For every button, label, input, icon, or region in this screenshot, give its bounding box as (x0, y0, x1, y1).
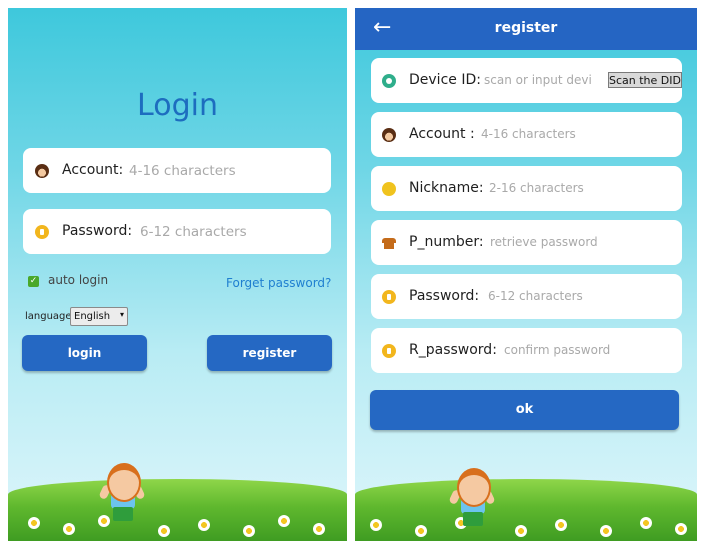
p-number-field[interactable]: P_number: retrieve password (371, 220, 682, 265)
password-input[interactable]: 6-12 characters (488, 289, 583, 303)
register-screen: ← register Device ID: scan or input devi… (355, 8, 697, 541)
location-pin-icon (382, 74, 396, 88)
meadow (355, 479, 697, 541)
r-password-field[interactable]: R_password: confirm password (371, 328, 682, 373)
lock-icon (382, 290, 396, 304)
medal-icon (382, 182, 396, 196)
register-button[interactable]: register (207, 335, 332, 371)
lock-icon (382, 344, 396, 358)
scan-did-button[interactable]: Scan the DID (608, 72, 682, 88)
meadow (8, 479, 347, 541)
r-password-label: R_password: (409, 342, 497, 358)
login-button[interactable]: login (22, 335, 147, 371)
nickname-label: Nickname: (409, 180, 484, 196)
account-label: Account : (409, 126, 475, 142)
avatar-icon (382, 128, 396, 142)
language-label: language: (25, 311, 75, 322)
auto-login-checkbox[interactable]: ✓ (28, 276, 39, 287)
auto-login-label: auto login (48, 273, 109, 287)
device-id-label: Device ID: (409, 72, 481, 88)
ok-button[interactable]: ok (370, 390, 679, 430)
p-number-input[interactable]: retrieve password (490, 235, 598, 249)
top-bar: ← register (355, 8, 697, 50)
account-field[interactable]: Account : 4-16 characters (371, 112, 682, 157)
page-title: Login (137, 88, 218, 123)
dropdown-arrow-icon: ▾ (119, 310, 124, 319)
login-screen: Login Account: 4-16 characters Password:… (8, 8, 347, 541)
password-field[interactable]: Password: 6-12 characters (23, 209, 331, 254)
cartoon-boy-illustration (98, 463, 146, 523)
account-label: Account: (62, 162, 124, 178)
forget-password-link[interactable]: Forget password? (226, 276, 331, 290)
device-id-field[interactable]: Device ID: scan or input devic Scan the … (371, 58, 682, 103)
language-value: English (74, 311, 111, 322)
account-field[interactable]: Account: 4-16 characters (23, 148, 331, 193)
avatar-icon (35, 164, 49, 178)
nickname-field[interactable]: Nickname: 2-16 characters (371, 166, 682, 211)
device-id-input[interactable]: scan or input devic (484, 73, 592, 87)
lock-icon (35, 225, 49, 239)
password-input[interactable]: 6-12 characters (140, 224, 247, 240)
p-number-label: P_number: (409, 234, 484, 250)
language-select[interactable]: English ▾ (70, 307, 128, 326)
account-input[interactable]: 4-16 characters (481, 127, 576, 141)
account-input[interactable]: 4-16 characters (129, 163, 236, 179)
page-title: register (494, 20, 558, 36)
nickname-input[interactable]: 2-16 characters (489, 181, 584, 195)
password-label: Password: (409, 288, 480, 304)
password-field[interactable]: Password: 6-12 characters (371, 274, 682, 319)
password-label: Password: (62, 223, 133, 239)
phone-icon (382, 236, 396, 250)
cartoon-boy-illustration (448, 468, 496, 528)
r-password-input[interactable]: confirm password (504, 343, 610, 357)
